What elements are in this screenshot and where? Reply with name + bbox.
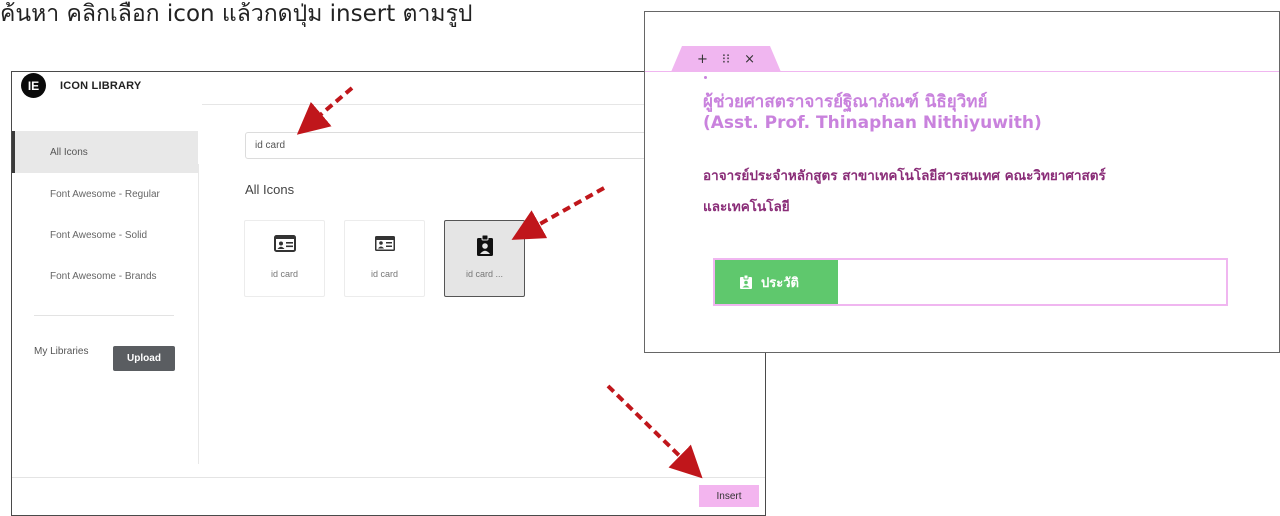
- id-card-icon: [374, 236, 395, 251]
- history-button-label: ประวัติ: [761, 275, 799, 291]
- bullet-dot: [704, 76, 707, 79]
- add-section-icon[interactable]: +: [697, 52, 708, 67]
- icon-tile-label: id card: [270, 269, 298, 279]
- instruction-caption: ค้นหา คลิกเลือก icon แล้วกดปุ่ม insert ต…: [0, 1, 473, 27]
- name-thai-heading: ผู้ช่วยศาสตราจารย์ฐิณาภัณฑ์ นิธิยุวิทย์: [703, 92, 988, 112]
- history-button[interactable]: ประวัติ: [715, 260, 838, 304]
- sidebar-item-fa-regular[interactable]: Font Awesome - Regular: [12, 173, 198, 215]
- modal-title: ICON LIBRARY: [60, 80, 142, 92]
- icon-tile-label: id card: [370, 269, 398, 279]
- id-badge-icon: [740, 275, 752, 289]
- icon-tile-id-card-1[interactable]: id card: [244, 220, 325, 297]
- section-handle[interactable]: + ⁝⁝ ×: [671, 46, 781, 72]
- name-english-heading: (Asst. Prof. Thinaphan Nithiyuwith): [703, 113, 1042, 133]
- footer-divider: [12, 477, 765, 478]
- button-widget-frame: ประวัติ: [713, 258, 1228, 306]
- role-text-line1: อาจารย์ประจำหลักสูตร สาขาเทคโนโลยีสารสนเ…: [703, 168, 1106, 184]
- icon-tile-id-badge[interactable]: id card ...: [444, 220, 525, 297]
- sidebar-separator: [198, 164, 199, 464]
- section-title: All Icons: [245, 182, 295, 197]
- role-text-line2: และเทคโนโลยี: [703, 199, 790, 215]
- drag-handle-icon[interactable]: ⁝⁝: [722, 52, 730, 67]
- icon-tile-id-card-2[interactable]: id card: [344, 220, 425, 297]
- insert-button[interactable]: Insert: [699, 485, 759, 507]
- sidebar-item-fa-solid[interactable]: Font Awesome - Solid: [12, 214, 198, 256]
- close-section-icon[interactable]: ×: [744, 52, 755, 67]
- my-libraries-label: My Libraries: [34, 346, 89, 357]
- id-card-icon: [273, 235, 296, 252]
- id-badge-icon: [476, 235, 493, 256]
- elementor-preview-panel: + ⁝⁝ × ผู้ช่วยศาสตราจารย์ฐิณาภัณฑ์ นิธิย…: [644, 11, 1280, 353]
- sidebar-item-fa-brands[interactable]: Font Awesome - Brands: [12, 255, 198, 297]
- section-border: [645, 71, 1279, 72]
- sidebar-divider: [34, 315, 174, 316]
- icon-tile-label: id card ...: [465, 269, 503, 279]
- sidebar-item-all-icons[interactable]: All Icons: [12, 131, 198, 173]
- elementor-logo-icon: IE: [21, 73, 46, 98]
- upload-button[interactable]: Upload: [113, 346, 175, 371]
- search-input[interactable]: id card: [245, 132, 675, 159]
